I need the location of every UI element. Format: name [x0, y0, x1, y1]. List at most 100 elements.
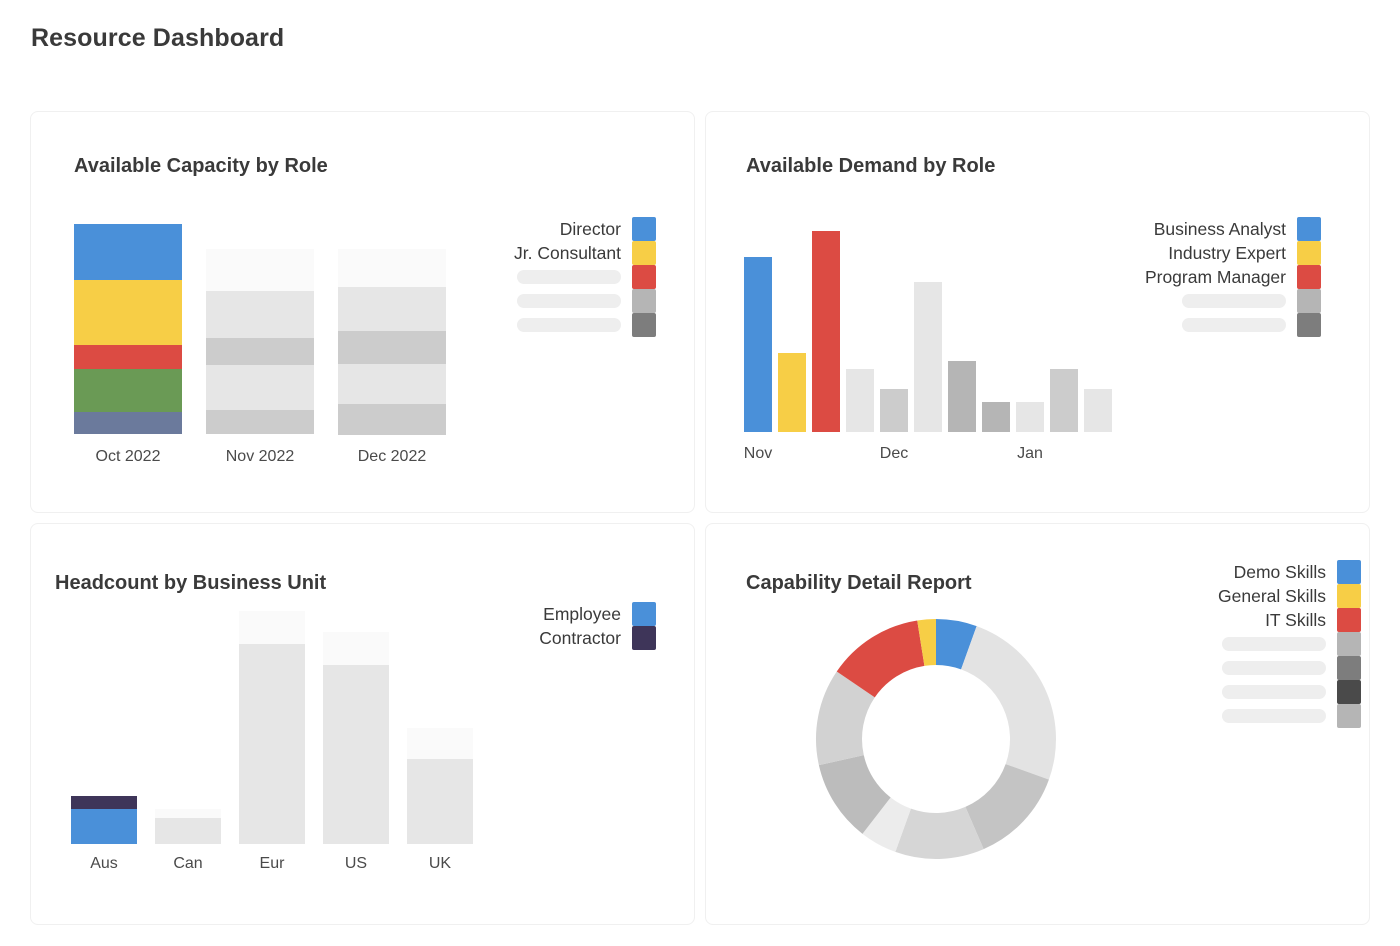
- legend-color-swatch: [1337, 608, 1361, 632]
- legend-color-swatch: [1337, 584, 1361, 608]
- bar-segment: [155, 818, 221, 844]
- legend-item[interactable]: Business Analyst: [1036, 217, 1321, 241]
- legend-color-swatch: [632, 265, 656, 289]
- bar-column: [778, 353, 806, 432]
- legend-color-swatch: [1297, 241, 1321, 265]
- legend-color-swatch: [1337, 704, 1361, 728]
- bar-segment: [74, 345, 182, 369]
- legend-placeholder-bar: [517, 318, 621, 332]
- legend-item[interactable]: [1036, 313, 1321, 337]
- page-title: Resource Dashboard: [31, 24, 284, 53]
- bar-column: [1084, 389, 1112, 432]
- legend-color-swatch: [1297, 217, 1321, 241]
- bar-segment: [71, 809, 137, 844]
- legend-item[interactable]: [1036, 289, 1321, 313]
- bar-segment: [206, 249, 314, 291]
- legend-placeholder-bar: [517, 270, 621, 284]
- card-available-capacity-by-role[interactable]: Available Capacity by Role Oct 2022 Nov 2…: [30, 111, 695, 513]
- stacked-bar-column: [71, 796, 137, 844]
- bar-segment: [206, 291, 314, 338]
- legend-item-label: General Skills: [1218, 586, 1326, 607]
- chart-legend-headcount[interactable]: Employee Contractor: [381, 602, 656, 650]
- legend-item-label: IT Skills: [1265, 610, 1326, 631]
- x-axis-label: Oct 2022: [74, 448, 182, 466]
- card-headcount-by-business-unit[interactable]: Headcount by Business Unit AusCanEurUSUK…: [30, 523, 695, 925]
- legend-item-label: Jr. Consultant: [514, 243, 621, 264]
- legend-item[interactable]: Industry Expert: [1036, 241, 1321, 265]
- bar-segment: [71, 796, 137, 809]
- donut-chart-capability: [811, 614, 1061, 864]
- chart-legend-demand[interactable]: Business AnalystIndustry Expert Program M…: [1036, 217, 1321, 337]
- legend-item[interactable]: [381, 313, 656, 337]
- legend-placeholder-bar: [1222, 685, 1326, 699]
- legend-placeholder-bar: [1222, 709, 1326, 723]
- x-axis-label: Eur: [229, 855, 315, 873]
- legend-item[interactable]: [1106, 680, 1361, 704]
- legend-item-label: Industry Expert: [1168, 243, 1286, 264]
- bar-segment: [206, 410, 314, 434]
- card-available-demand-by-role[interactable]: Available Demand by Role NovDecJan Busin…: [705, 111, 1370, 513]
- bar-segment: [74, 224, 182, 280]
- legend-placeholder-bar: [517, 294, 621, 308]
- legend-color-swatch: [1297, 289, 1321, 313]
- stacked-bar-column: [74, 224, 182, 434]
- bar-segment: [323, 632, 389, 665]
- legend-item[interactable]: [381, 265, 656, 289]
- legend-item[interactable]: [1106, 632, 1361, 656]
- x-axis-label: Can: [145, 855, 231, 873]
- legend-color-swatch: [632, 217, 656, 241]
- donut-slice[interactable]: [961, 626, 1056, 780]
- legend-item[interactable]: [381, 289, 656, 313]
- bar-segment: [74, 412, 182, 434]
- bar-segment: [338, 404, 446, 435]
- stacked-bar-column: [323, 632, 389, 844]
- legend-item[interactable]: Jr. Consultant: [381, 241, 656, 265]
- bar-segment: [74, 369, 182, 412]
- dashboard-page: Resource Dashboard Available Capacity by…: [0, 0, 1400, 946]
- bar-column: [812, 231, 840, 432]
- legend-item[interactable]: Demo Skills: [1106, 560, 1361, 584]
- chart-title: Available Demand by Role: [746, 155, 995, 178]
- dashboard-grid: Available Capacity by Role Oct 2022 Nov 2…: [30, 111, 1370, 935]
- x-axis-label: UK: [397, 855, 483, 873]
- legend-item[interactable]: General Skills: [1106, 584, 1361, 608]
- bar-segment: [239, 644, 305, 844]
- legend-placeholder-bar: [1222, 637, 1326, 651]
- x-axis-label: Dec: [868, 445, 920, 463]
- bar-segment: [407, 728, 473, 759]
- card-capability-detail-report[interactable]: Capability Detail Report Demo SkillsGene…: [705, 523, 1370, 925]
- x-axis-label: Dec 2022: [338, 448, 446, 466]
- bar-segment: [206, 365, 314, 410]
- bar-column: [880, 389, 908, 432]
- legend-item-label: Contractor: [539, 628, 621, 649]
- legend-item[interactable]: Employee: [381, 602, 656, 626]
- legend-item[interactable]: [1106, 704, 1361, 728]
- legend-item-label: Program Manager: [1145, 267, 1286, 288]
- chart-legend-capacity[interactable]: DirectorJr. Consultant: [381, 217, 656, 337]
- legend-item[interactable]: Director: [381, 217, 656, 241]
- chart-title: Available Capacity by Role: [74, 155, 328, 178]
- bar-column: [948, 361, 976, 432]
- legend-color-swatch: [632, 626, 656, 650]
- x-axis-label: US: [313, 855, 399, 873]
- legend-color-swatch: [1337, 680, 1361, 704]
- bar-column: [982, 402, 1010, 432]
- bar-segment: [338, 364, 446, 404]
- chart-title: Headcount by Business Unit: [55, 572, 326, 595]
- bar-column: [914, 282, 942, 432]
- legend-item[interactable]: Program Manager: [1036, 265, 1321, 289]
- x-axis-label: Nov 2022: [206, 448, 314, 466]
- stacked-bar-column: [155, 809, 221, 844]
- chart-legend-capability[interactable]: Demo SkillsGeneral Skills IT Skills: [1106, 560, 1361, 728]
- legend-item[interactable]: [1106, 656, 1361, 680]
- bar-column: [1050, 369, 1078, 432]
- bar-column: [1016, 402, 1044, 432]
- x-axis-label: Aus: [61, 855, 147, 873]
- stacked-bar-column: [206, 249, 314, 434]
- bar-segment: [206, 338, 314, 365]
- legend-placeholder-bar: [1222, 661, 1326, 675]
- legend-item-label: Employee: [543, 604, 621, 625]
- legend-item[interactable]: IT Skills: [1106, 608, 1361, 632]
- legend-item[interactable]: Contractor: [381, 626, 656, 650]
- legend-color-swatch: [632, 313, 656, 337]
